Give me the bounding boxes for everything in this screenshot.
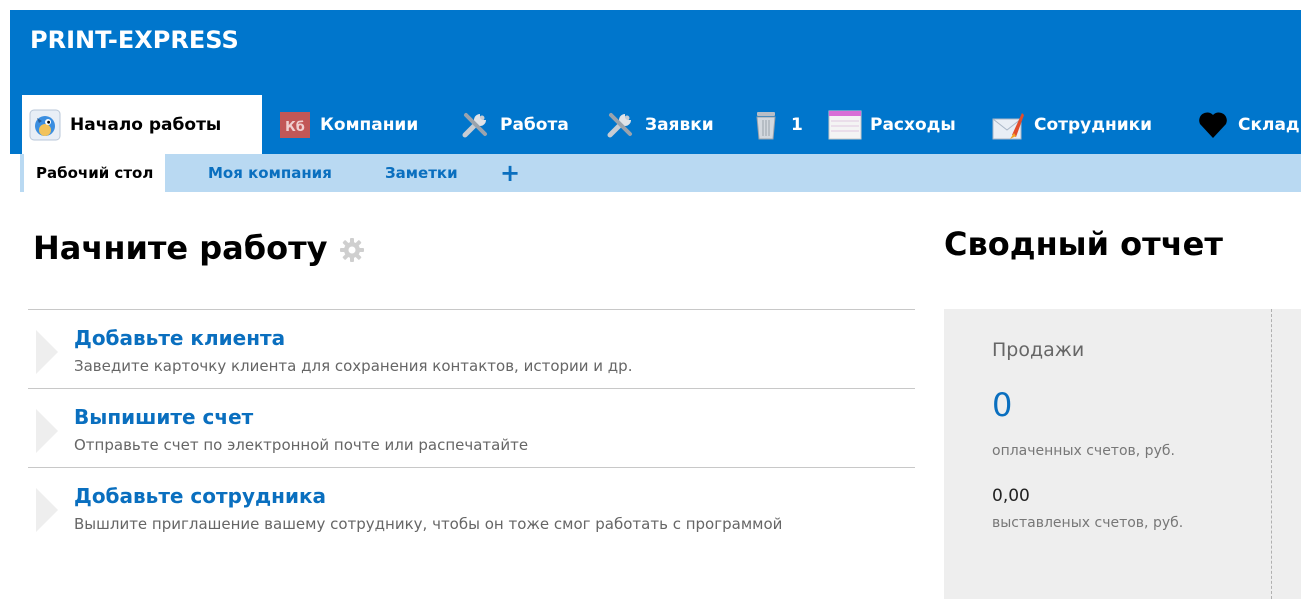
tab-work[interactable]: Работа: [452, 95, 594, 154]
tab-trash[interactable]: 1: [743, 95, 819, 154]
app-title[interactable]: PRINT-EXPRESS: [30, 26, 239, 54]
tab-expenses[interactable]: Расходы: [822, 95, 982, 154]
app-header: PRINT-EXPRESS: [10, 10, 1301, 95]
bird-icon: [28, 108, 62, 142]
tab-label: Компании: [320, 114, 419, 135]
tab-companies[interactable]: Кб Компании: [272, 95, 442, 154]
step-description: Вышлите приглашение вашему сотруднику, ч…: [74, 515, 783, 533]
contacts-book-icon: Кб: [278, 108, 312, 142]
ledger-icon: [828, 108, 862, 142]
paid-invoices-caption: оплаченных счетов, руб.: [992, 443, 1175, 459]
tab-requests[interactable]: Заявки: [597, 95, 739, 154]
heart-icon: [1196, 108, 1230, 142]
divider: [1271, 309, 1272, 599]
getting-started-title: Начните работу: [33, 229, 366, 267]
tab-warehouse[interactable]: Склад: [1190, 95, 1301, 154]
trash-icon: [749, 108, 783, 142]
step-description: Заведите карточку клиента для сохранения…: [74, 357, 633, 375]
add-employee-link[interactable]: Добавьте сотрудника: [74, 484, 326, 508]
sub-navigation: Рабочий стол Моя компания Заметки +: [20, 154, 1301, 192]
list-item: Добавьте сотрудника Вышлите приглашение …: [28, 467, 915, 546]
issued-invoices-value: 0,00: [992, 486, 1030, 506]
chevron-right-icon: [36, 409, 58, 453]
tab-start[interactable]: Начало работы: [22, 95, 262, 154]
tab-label: Склад: [1238, 114, 1300, 135]
gear-icon[interactable]: [338, 234, 366, 262]
subnav-item-desktop[interactable]: Рабочий стол: [24, 154, 166, 192]
tab-label: Работа: [500, 114, 569, 135]
chevron-right-icon: [36, 488, 58, 532]
tab-label: 1: [791, 114, 803, 135]
sales-label: Продажи: [992, 339, 1085, 361]
contacts-book-badge: Кб: [285, 120, 305, 135]
getting-started-list: Добавьте клиента Заведите карточку клиен…: [28, 309, 915, 546]
list-item: Добавьте клиента Заведите карточку клиен…: [28, 309, 915, 388]
chevron-right-icon: [36, 330, 58, 374]
add-tab-button[interactable]: +: [500, 154, 520, 192]
tools-icon: [458, 108, 492, 142]
tab-label: Начало работы: [70, 114, 222, 135]
issued-invoices-caption: выставленых счетов, руб.: [992, 515, 1184, 531]
tab-label: Расходы: [870, 114, 956, 135]
main-tabs: Начало работы Кб Компании Работа Заявки …: [10, 95, 1301, 154]
create-invoice-link[interactable]: Выпишите счет: [74, 405, 253, 429]
tab-employees[interactable]: Сотрудники: [986, 95, 1186, 154]
list-item: Выпишите счет Отправьте счет по электрон…: [28, 388, 915, 467]
step-description: Отправьте счет по электронной почте или …: [74, 436, 529, 454]
paid-invoices-value[interactable]: 0: [992, 386, 1012, 424]
getting-started-heading: Начните работу: [33, 229, 328, 267]
tools-icon: [603, 108, 637, 142]
subnav-item-notes[interactable]: Заметки: [385, 154, 458, 192]
subnav-item-my-company[interactable]: Моя компания: [208, 154, 332, 192]
add-client-link[interactable]: Добавьте клиента: [74, 326, 285, 350]
tab-label: Заявки: [645, 114, 714, 135]
summary-title: Сводный отчет: [944, 225, 1223, 263]
tab-label: Сотрудники: [1034, 114, 1153, 135]
rocket-mail-icon: [992, 108, 1026, 142]
